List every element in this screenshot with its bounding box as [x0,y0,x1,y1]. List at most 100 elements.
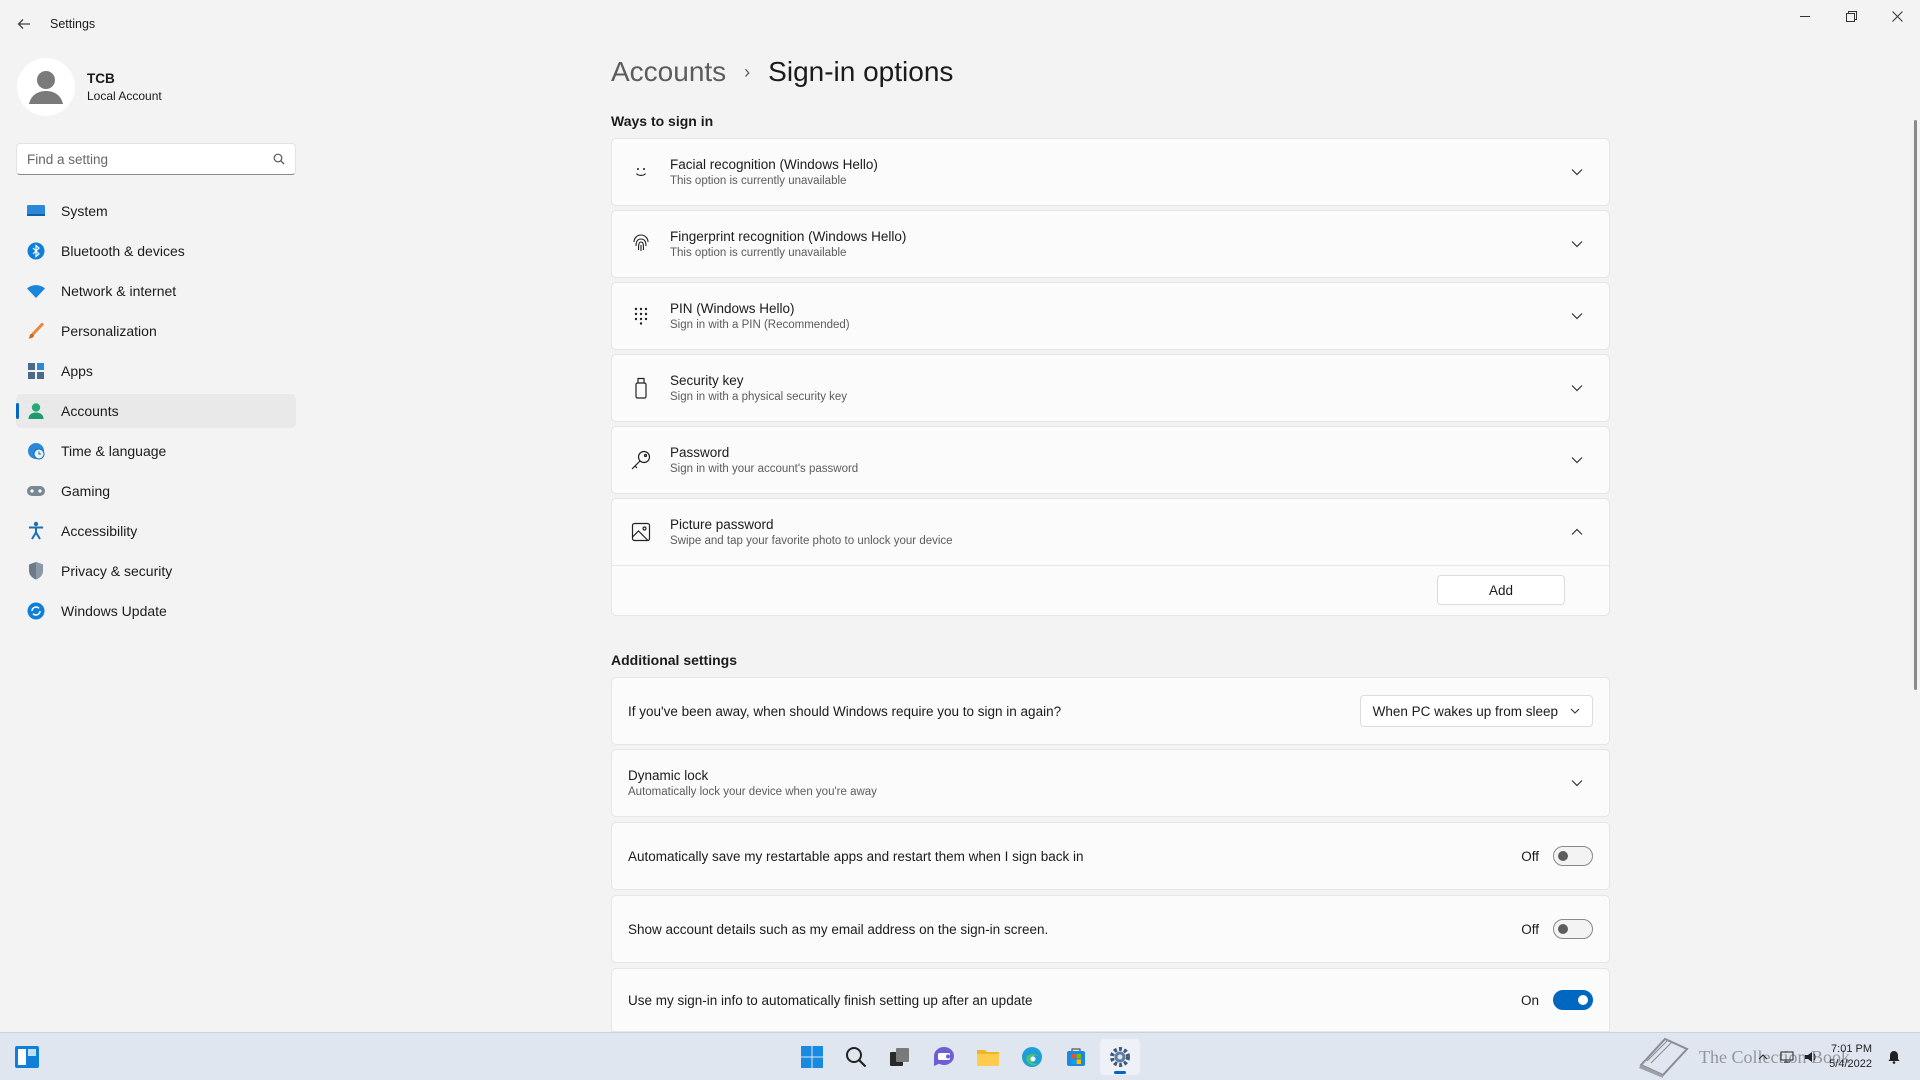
profile-card[interactable]: TCB Local Account [17,58,162,116]
notifications-icon[interactable] [1882,1039,1906,1075]
option-title: Picture password [670,517,774,532]
volume-icon[interactable] [1799,1039,1823,1075]
account-details-toggle[interactable] [1553,919,1593,939]
picture-icon [630,521,652,543]
chevron-down-icon[interactable] [1557,779,1597,787]
minimize-button[interactable] [1782,0,1828,32]
setting-label: Use my sign-in info to automatically fin… [628,992,1033,1008]
window-controls [1782,0,1920,32]
bluetooth-icon [26,241,46,261]
sidebar-item-system[interactable]: System [16,194,296,228]
section-title-ways-to-sign-in: Ways to sign in [611,113,714,129]
wifi-icon [26,281,46,301]
start-button[interactable] [792,1039,832,1075]
title-bar: Settings [0,0,1920,48]
profile-account-type: Local Account [87,89,162,103]
display-icon[interactable] [1775,1039,1799,1075]
require-signin-dropdown[interactable]: When PC wakes up from sleep [1359,695,1593,727]
signin-info-toggle[interactable] [1553,990,1593,1010]
globe-clock-icon [26,441,46,461]
edge-icon [1022,1047,1042,1067]
file-explorer-button[interactable] [968,1039,1008,1075]
chevron-down-icon[interactable] [1557,168,1597,176]
shield-icon [26,561,46,581]
sidebar-item-accessibility[interactable]: Accessibility [16,514,296,548]
sidebar-item-label: Gaming [61,483,111,499]
settings-app-button[interactable] [1100,1039,1140,1075]
app-title: Settings [50,17,96,31]
update-icon [26,601,46,621]
sidebar-item-label: Accounts [61,403,119,419]
require-signin-setting: If you've been away, when should Windows… [611,677,1610,745]
dynamic-lock-setting[interactable]: Dynamic lock Automatically lock your dev… [611,749,1610,817]
signin-option-security-key[interactable]: Security key Sign in with a physical sec… [611,354,1610,422]
sidebar-item-accounts[interactable]: Accounts [16,394,296,428]
back-button[interactable] [0,0,48,48]
close-button[interactable] [1874,0,1920,32]
section-title-additional-settings: Additional settings [611,652,737,668]
chevron-up-icon [1758,1054,1768,1060]
usb-key-icon [630,377,652,399]
sidebar-item-label: Windows Update [61,603,167,619]
chevron-down-icon[interactable] [1557,240,1597,248]
sidebar-item-label: Accessibility [61,523,138,539]
taskbar: The Collection Book 7:01 PM 5/4/2022 [0,1032,1920,1080]
toggle-state-label: On [1520,992,1539,1008]
face-icon [630,161,652,183]
search-box[interactable] [16,143,296,175]
scrollbar[interactable] [1914,120,1917,690]
option-title: PIN (Windows Hello) [670,301,795,316]
settings-icon [1110,1047,1130,1067]
breadcrumb-parent[interactable]: Accounts [611,56,726,88]
signin-option-pin[interactable]: PIN (Windows Hello) Sign in with a PIN (… [611,282,1610,350]
restore-button[interactable] [1828,0,1874,32]
chevron-down-icon[interactable] [1557,456,1597,464]
option-title: Facial recognition (Windows Hello) [670,157,878,172]
option-subtitle: Sign in with a physical security key [670,391,848,403]
sidebar-item-label: Time & language [61,443,167,459]
sidebar-item-privacy-security[interactable]: Privacy & security [16,554,296,588]
chevron-down-icon[interactable] [1557,384,1597,392]
file-explorer-icon [977,1050,999,1066]
sidebar-item-windows-update[interactable]: Windows Update [16,594,296,628]
sidebar-item-apps[interactable]: Apps [16,354,296,388]
page-title: Sign-in options [768,56,954,87]
dropdown-selected-value: When PC wakes up from sleep [1372,703,1558,719]
chevron-up-icon[interactable] [1557,528,1597,536]
setting-label: Automatically save my restartable apps a… [628,848,1084,864]
add-picture-password-button[interactable]: Add [1437,575,1565,605]
minimize-icon [1800,16,1810,17]
option-subtitle: Swipe and tap your favorite photo to unl… [670,535,953,547]
option-title: Fingerprint recognition (Windows Hello) [670,229,907,244]
chat-button[interactable] [924,1039,964,1075]
sidebar-item-personalization[interactable]: Personalization [16,314,296,348]
system-icon [26,201,46,221]
clock[interactable]: 7:01 PM 5/4/2022 [1829,1042,1872,1072]
sidebar-item-gaming[interactable]: Gaming [16,474,296,508]
signin-option-password[interactable]: Password Sign in with your account's pas… [611,426,1610,494]
search-icon [273,153,285,165]
sidebar-item-bluetooth[interactable]: Bluetooth & devices [16,234,296,268]
sidebar-item-network[interactable]: Network & internet [16,274,296,308]
signin-option-picture-password[interactable]: Picture password Swipe and tap your favo… [611,498,1610,566]
show-hidden-icons-button[interactable] [1751,1039,1775,1075]
widgets-button[interactable] [14,1045,40,1074]
store-button[interactable] [1056,1039,1096,1075]
search-input[interactable] [27,151,273,167]
apps-icon [26,361,46,381]
signin-option-fingerprint[interactable]: Fingerprint recognition (Windows Hello) … [611,210,1610,278]
task-view-button[interactable] [880,1039,920,1075]
book-icon [1639,1037,1689,1078]
breadcrumb-separator: › [744,61,751,82]
breadcrumb: Accounts › Sign-in options [611,56,953,88]
sidebar-item-label: Personalization [61,323,157,339]
restartable-apps-toggle[interactable] [1553,846,1593,866]
widgets-icon [15,1046,39,1068]
taskbar-search-button[interactable] [836,1039,876,1075]
user-avatar-icon [29,71,63,104]
chevron-down-icon[interactable] [1557,312,1597,320]
edge-button[interactable] [1012,1039,1052,1075]
sidebar-item-time-language[interactable]: Time & language [16,434,296,468]
fingerprint-icon [630,233,652,255]
signin-option-facial-recognition[interactable]: Facial recognition (Windows Hello) This … [611,138,1610,206]
